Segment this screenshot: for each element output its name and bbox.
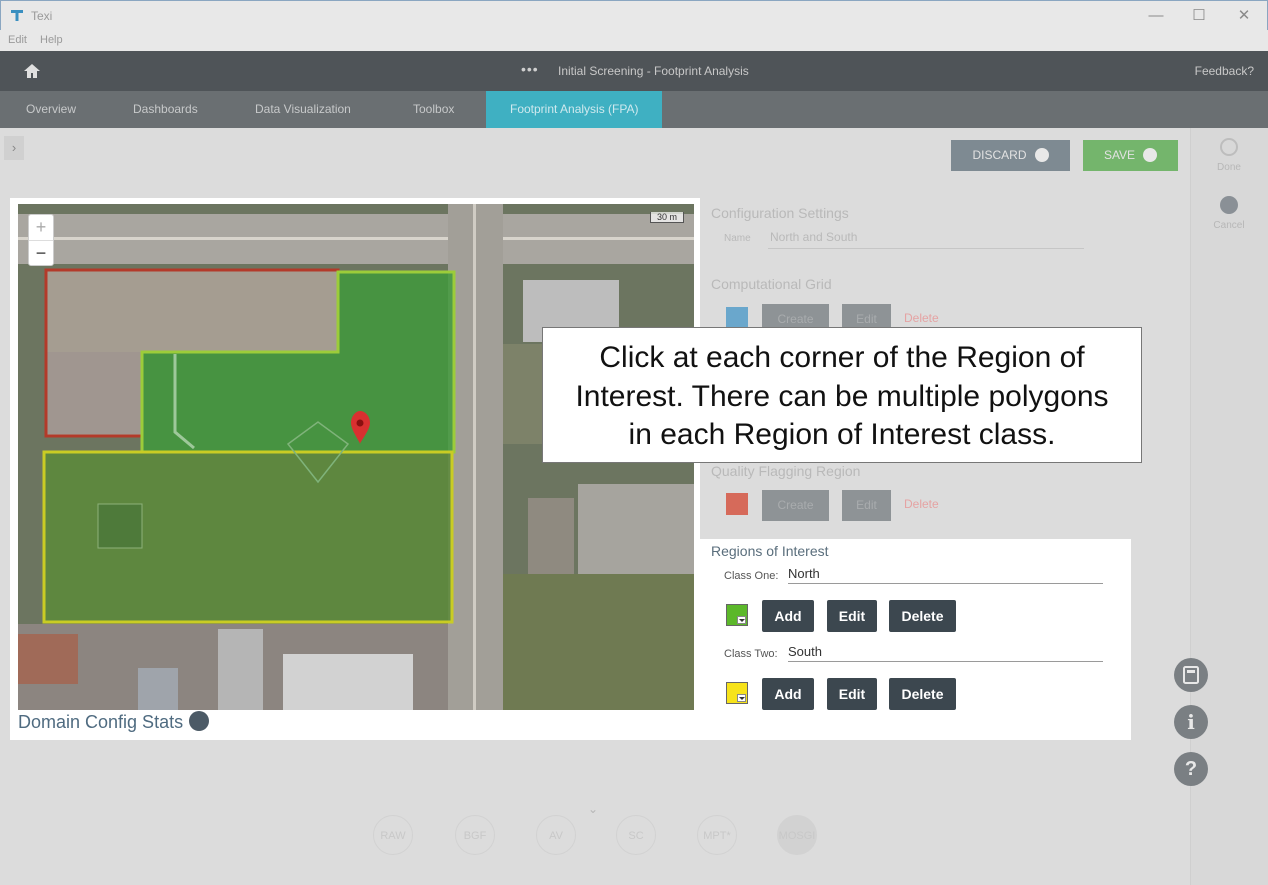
menu-bar: Edit Help (0, 30, 1268, 51)
done-check-icon (1220, 138, 1238, 156)
cancel-action[interactable]: Cancel (1199, 196, 1259, 231)
tooltip-line-2: Interest. There can be multiple polygons (575, 379, 1109, 413)
zoom-in-button[interactable]: + (29, 215, 53, 240)
name-underline (768, 248, 1084, 249)
maximize-button[interactable]: ☐ (1185, 5, 1213, 27)
tab-bar: Overview Dashboards Data Visualization T… (0, 91, 1268, 128)
config-heading: Configuration Settings (711, 205, 849, 221)
class-two-add-button[interactable]: Add (762, 678, 814, 710)
app-logo-icon (11, 10, 23, 21)
step-sc[interactable]: SC (616, 815, 656, 855)
step-mosgi[interactable]: MOSGI (777, 815, 817, 855)
step-mpt[interactable]: MPT* (697, 815, 737, 855)
close-window-button[interactable]: ✕ (1230, 5, 1258, 27)
roi-title: Regions of Interest (711, 543, 829, 559)
instruction-tooltip: Click at each corner of the Region of In… (542, 327, 1142, 463)
window-titlebar: Texi — ☐ ✕ (0, 0, 1268, 30)
tooltip-line-1: Click at each corner of the Region of (599, 341, 1085, 374)
chevron-down-icon[interactable]: ⌄ (588, 802, 598, 816)
home-icon[interactable] (22, 61, 42, 81)
grid-delete-link[interactable]: Delete (904, 311, 939, 325)
zoom-control: + − (28, 214, 54, 266)
qfr-create-button[interactable]: Create (762, 490, 829, 521)
save-check-icon (1143, 147, 1158, 162)
class-one-color-swatch[interactable] (726, 604, 748, 626)
feedback-link[interactable]: Feedback? (1195, 64, 1254, 78)
class-two-edit-button[interactable]: Edit (827, 678, 877, 710)
done-action[interactable]: Done (1199, 138, 1259, 173)
class-two-label: Class Two: (724, 648, 778, 660)
chevron-down-icon[interactable] (189, 711, 210, 732)
class-two-input[interactable] (788, 642, 1103, 662)
dropdown-icon (737, 616, 746, 624)
domain-config-stats-label: Domain Config Stats (18, 712, 184, 732)
class-one-input[interactable] (788, 564, 1103, 584)
discard-icon (1034, 147, 1049, 162)
zoom-out-button[interactable]: − (29, 240, 53, 265)
qfr-heading: Quality Flagging Region (711, 463, 861, 479)
expand-panel-chevron-icon[interactable]: › (4, 136, 24, 160)
domain-config-stats[interactable]: Domain Config Stats (18, 711, 210, 733)
help-icon[interactable]: ? (1174, 752, 1208, 786)
qfr-edit-button[interactable]: Edit (842, 490, 891, 521)
menu-help[interactable]: Help (40, 34, 63, 46)
tab-dashboards[interactable]: Dashboards (133, 91, 198, 128)
tooltip-line-3: in each Region of Interest class. (628, 418, 1056, 451)
class-one-edit-button[interactable]: Edit (827, 600, 877, 632)
grid-heading: Computational Grid (711, 276, 832, 292)
map-scale: 30 m (649, 212, 684, 223)
grid-color-swatch[interactable] (726, 307, 748, 329)
page-title: Initial Screening - Footprint Analysis (558, 64, 749, 78)
discard-button[interactable]: DISCARD (951, 140, 1070, 171)
step-bgf[interactable]: BGF (455, 815, 495, 855)
minimize-button[interactable]: — (1142, 5, 1170, 27)
class-one-add-button[interactable]: Add (762, 600, 814, 632)
tab-overview[interactable]: Overview (26, 91, 76, 128)
map-panel: + − 30 m Domain Config Stats (10, 198, 700, 740)
dropdown-icon (737, 694, 746, 702)
info-icon[interactable]: i (1174, 705, 1208, 739)
class-one-delete-button[interactable]: Delete (889, 600, 956, 632)
save-label: SAVE (1103, 148, 1136, 162)
config-name-value[interactable]: North and South (770, 230, 857, 244)
cancel-label: Cancel (1213, 220, 1245, 231)
cancel-x-icon (1220, 196, 1238, 214)
app-header: ••• Initial Screening - Footprint Analys… (0, 51, 1268, 91)
step-av[interactable]: AV (536, 815, 576, 855)
qfr-color-swatch[interactable] (726, 493, 748, 515)
config-name-label: Name (724, 233, 751, 244)
class-two-delete-button[interactable]: Delete (889, 678, 956, 710)
qfr-delete-link[interactable]: Delete (904, 497, 939, 511)
more-icon[interactable]: ••• (521, 61, 539, 77)
tab-toolbox[interactable]: Toolbox (413, 91, 454, 128)
tab-data-visualization[interactable]: Data Visualization (255, 91, 351, 128)
done-label: Done (1217, 162, 1241, 173)
calculator-icon[interactable] (1174, 658, 1208, 692)
tab-footprint-analysis[interactable]: Footprint Analysis (FPA) (486, 91, 663, 128)
save-button[interactable]: SAVE (1083, 140, 1178, 171)
window-title: Texi (31, 9, 53, 23)
class-one-label: Class One: (724, 570, 779, 582)
menu-edit[interactable]: Edit (8, 34, 27, 46)
discard-label: DISCARD (972, 148, 1027, 162)
step-raw[interactable]: RAW (373, 815, 413, 855)
regions-of-interest-panel: Regions of Interest Class One: Add Edit … (700, 539, 1131, 740)
class-two-color-swatch[interactable] (726, 682, 748, 704)
